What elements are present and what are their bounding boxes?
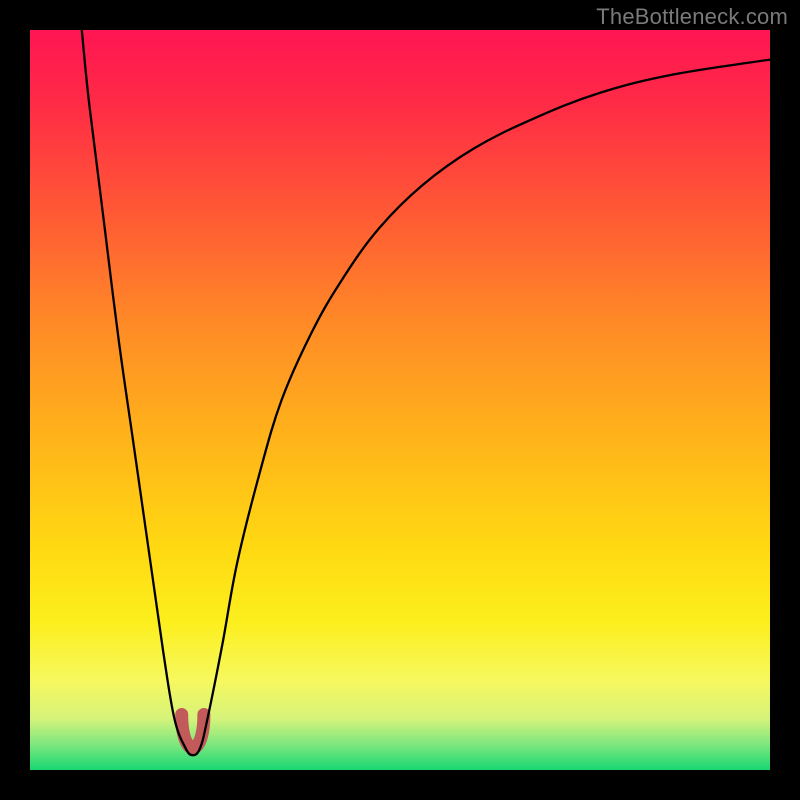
bottleneck-chart <box>30 30 770 770</box>
gradient-background <box>30 30 770 770</box>
outer-frame: TheBottleneck.com <box>0 0 800 800</box>
watermark-text: TheBottleneck.com <box>596 4 788 30</box>
plot-area <box>30 30 770 770</box>
